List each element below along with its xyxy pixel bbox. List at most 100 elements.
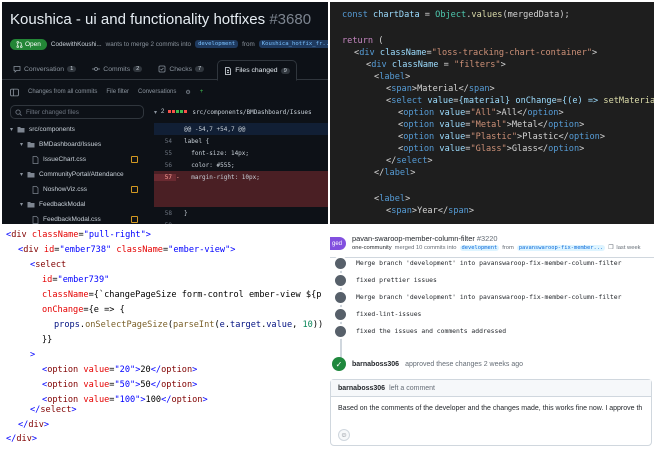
tree-label: IssueChart.css bbox=[43, 156, 86, 163]
line-number[interactable]: 54 bbox=[154, 138, 176, 145]
code-editor-dark: const chartData = Object.values(mergedDa… bbox=[330, 2, 654, 224]
line-number[interactable]: 59 bbox=[154, 222, 176, 225]
tree-file[interactable]: FeedbackModal.css bbox=[10, 212, 150, 224]
pr-title-text: Koushica - ui and functionality hotfixes bbox=[10, 11, 266, 28]
base-branch[interactable]: development bbox=[195, 40, 239, 48]
pr-timeline-panel: ged pavan-swaroop-member-column-filter #… bbox=[330, 227, 654, 448]
review-event: ✓ barnaboss306 approved these changes 2 … bbox=[332, 357, 523, 371]
comment-header: barnaboss306 left a comment bbox=[331, 380, 651, 397]
commit-avatar[interactable] bbox=[333, 289, 348, 305]
commit-message[interactable]: Merge branch 'development' into pavanswa… bbox=[356, 259, 621, 267]
tab-count: 2 bbox=[133, 66, 143, 72]
tab-count: 9 bbox=[280, 67, 290, 74]
tree-file[interactable]: IssueChart.css bbox=[10, 152, 150, 167]
base-branch[interactable]: development bbox=[459, 245, 500, 251]
settings-icon[interactable]: ⚙ bbox=[185, 89, 190, 96]
code-line: onChange={e => { bbox=[42, 305, 125, 315]
head-branch[interactable]: pavanswaroop-fix-member... bbox=[516, 245, 606, 251]
pull-request-icon bbox=[16, 40, 23, 48]
diff-file-path[interactable]: src/components/BMDashboard/Issues bbox=[192, 109, 311, 116]
code-line: <option value="All">All</option> bbox=[398, 108, 564, 118]
file-filter-dropdown[interactable]: File filter bbox=[106, 89, 129, 95]
line-number[interactable]: 56 bbox=[154, 162, 176, 169]
code-line: <select bbox=[30, 260, 67, 270]
tab-label: Files changed bbox=[235, 67, 278, 74]
pr-author-link[interactable]: CodewithKoushi... bbox=[51, 41, 102, 48]
code-line: </div> bbox=[18, 420, 50, 430]
tab-label: Commits bbox=[103, 65, 131, 73]
from-text: from bbox=[502, 245, 514, 251]
folder-icon bbox=[27, 142, 35, 148]
commit-message[interactable]: Merge branch 'development' into pavanswa… bbox=[356, 293, 621, 301]
pr-tabs: Conversation 1 Commits 2 Checks 7 Files … bbox=[2, 58, 328, 81]
file-icon bbox=[32, 155, 39, 164]
code-line: > bbox=[30, 350, 36, 360]
commit-avatar[interactable] bbox=[333, 255, 348, 271]
tree-folder[interactable]: ▾ BMDashboard/Issues bbox=[10, 137, 150, 152]
commit-row: Merge branch 'development' into pavanswa… bbox=[333, 289, 621, 305]
comment-action: left a comment bbox=[389, 384, 436, 392]
code-line: id="ember739" bbox=[42, 275, 110, 285]
copy-icon[interactable]: ❐ bbox=[608, 245, 613, 251]
commit-message[interactable]: fixed the issues and comments addressed bbox=[356, 327, 506, 335]
conversations-dropdown[interactable]: Conversations bbox=[138, 89, 176, 95]
code-line: <option value="20">20</option> bbox=[42, 365, 198, 375]
add-reaction-icon[interactable]: ☺ bbox=[338, 429, 350, 441]
pr-title: pavan-swaroop-member-column-filter #3220 bbox=[352, 234, 497, 243]
file-tree: ▾ src/components ▾ BMDashboard/Issues Is… bbox=[10, 122, 150, 224]
chevron-down-icon[interactable]: ▾ bbox=[154, 109, 157, 116]
pr-number: #3680 bbox=[269, 11, 312, 28]
from-text: from bbox=[242, 40, 255, 48]
tree-label: NoshowViz.css bbox=[43, 186, 87, 193]
code-line: <option value="50">50</option> bbox=[42, 380, 198, 390]
diff-line bbox=[154, 195, 328, 207]
tab-files-changed[interactable]: Files changed 9 bbox=[217, 60, 297, 81]
pr-meta: Open CodewithKoushi... wants to merge 2 … bbox=[10, 37, 328, 51]
code-line: <div className = "filters"> bbox=[366, 60, 506, 70]
commit-icon bbox=[92, 67, 101, 71]
commit-row: fixed the issues and comments addressed bbox=[333, 323, 506, 339]
tab-checks[interactable]: Checks 7 bbox=[155, 58, 207, 80]
tree-folder[interactable]: ▾ FeedbackModal bbox=[10, 197, 150, 212]
code-line: <option value="Glass">Glass</option> bbox=[398, 144, 585, 154]
code-line: <option value="Metal">Metal</option> bbox=[398, 120, 585, 130]
code-line: props.onSelectPageSize(parseInt(e.target… bbox=[54, 320, 324, 330]
head-branch[interactable]: Koushica_hotfix_fr... bbox=[258, 40, 328, 48]
commit-avatar[interactable] bbox=[333, 323, 348, 339]
code-line: <div className="loss-tracking-chart-cont… bbox=[354, 48, 598, 58]
conversation-icon bbox=[13, 66, 21, 73]
status-badge: Open bbox=[10, 38, 47, 50]
comment-body: Based on the comments of the developer a… bbox=[338, 405, 643, 412]
status-text: Open bbox=[25, 40, 41, 48]
merged-time: last week bbox=[616, 245, 641, 251]
tab-conversation[interactable]: Conversation 1 bbox=[10, 58, 79, 80]
collapse-tree-icon[interactable] bbox=[10, 88, 19, 97]
code-line: <option value="100">100</option> bbox=[42, 395, 208, 405]
tab-commits[interactable]: Commits 2 bbox=[89, 58, 145, 80]
reviewer-link[interactable]: barnaboss306 bbox=[352, 361, 399, 368]
commit-avatar[interactable] bbox=[333, 306, 348, 322]
line-number[interactable]: 55 bbox=[154, 150, 176, 157]
commit-message[interactable]: fixed prettier issues bbox=[356, 276, 437, 284]
line-number[interactable]: 58 bbox=[154, 210, 176, 217]
additions-indicator: + bbox=[199, 89, 204, 95]
diff-view: @@ -54,7 +54,7 @@ 54 label {55 font-size: … bbox=[154, 123, 328, 224]
folder-icon bbox=[27, 172, 35, 178]
changes-dropdown[interactable]: Changes from all commits bbox=[28, 89, 97, 95]
filter-placeholder: Filter changed files bbox=[26, 108, 79, 116]
chevron-down-icon: ▾ bbox=[20, 202, 24, 208]
modified-icon bbox=[131, 216, 138, 223]
tree-file[interactable]: NoshowViz.css bbox=[10, 182, 150, 197]
merger-link[interactable]: one-community bbox=[352, 245, 392, 251]
pr-meta: one-community merged 10 commits into dev… bbox=[352, 245, 641, 251]
file-icon bbox=[32, 215, 39, 224]
file-icon bbox=[32, 185, 39, 194]
line-number[interactable]: 57 bbox=[154, 173, 176, 181]
commit-message[interactable]: fixed-lint-issues bbox=[356, 310, 421, 318]
tree-folder[interactable]: ▾ CommunityPortal/Attendance bbox=[10, 167, 150, 182]
filter-files-input[interactable]: Filter changed files bbox=[10, 105, 144, 119]
commit-avatar[interactable] bbox=[333, 272, 348, 288]
code-line: </div> bbox=[6, 434, 38, 444]
commenter-link[interactable]: barnaboss306 bbox=[338, 385, 385, 392]
tree-folder[interactable]: ▾ src/components bbox=[10, 122, 150, 137]
